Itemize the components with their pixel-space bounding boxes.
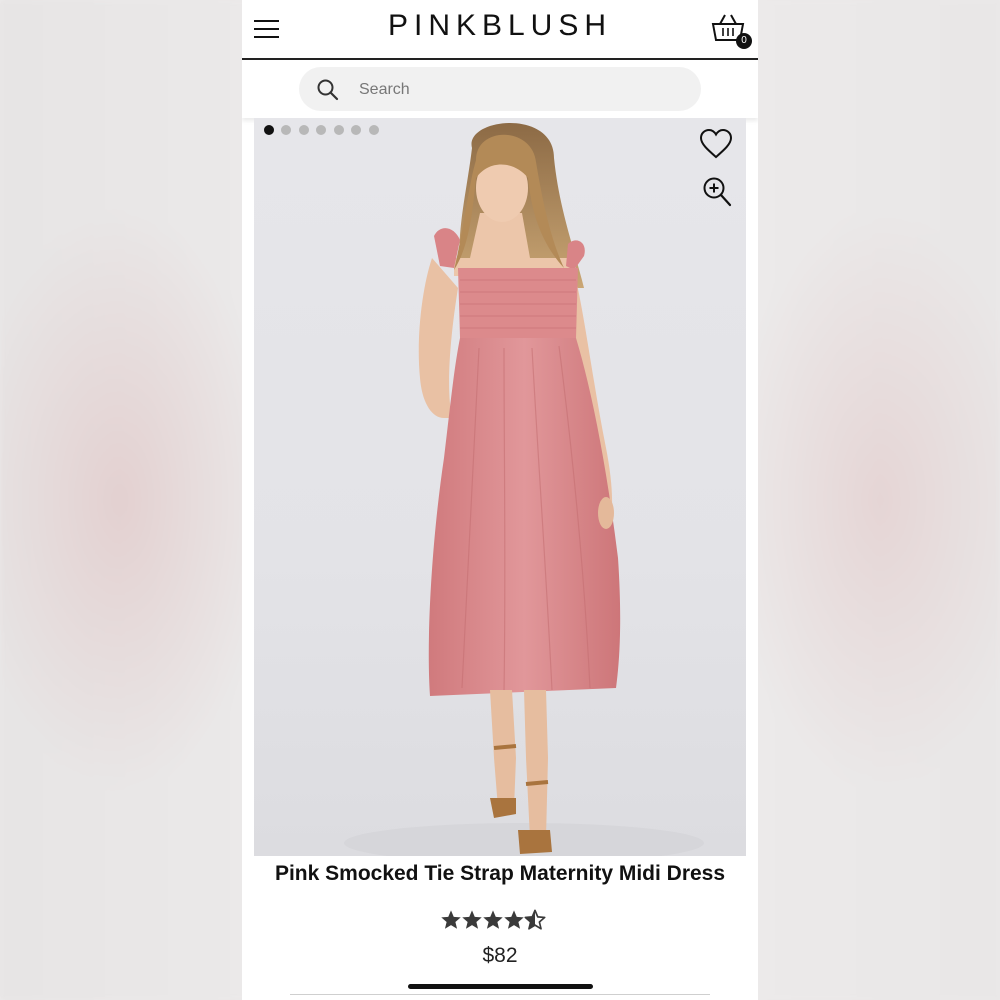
cart-count-badge: 0 xyxy=(736,33,752,49)
half-star-icon xyxy=(524,909,546,930)
product-title: Pink Smocked Tie Strap Maternity Midi Dr… xyxy=(274,862,726,885)
star-icon xyxy=(504,910,524,929)
product-price: $82 xyxy=(482,944,518,967)
gallery-dot-6[interactable] xyxy=(351,125,361,135)
site-header: PINKBLUSH 0 xyxy=(242,0,758,60)
gallery-dot-7[interactable] xyxy=(369,125,379,135)
gallery-dot-2[interactable] xyxy=(281,125,291,135)
heart-icon[interactable] xyxy=(698,128,734,160)
star-icon xyxy=(441,910,461,929)
divider xyxy=(290,994,710,995)
zoom-in-icon[interactable] xyxy=(702,176,732,208)
product-image-gallery[interactable] xyxy=(254,118,746,856)
product-image xyxy=(344,123,704,856)
star-icon xyxy=(483,910,503,929)
search-icon xyxy=(317,79,339,101)
home-indicator[interactable] xyxy=(408,984,593,989)
gallery-dot-3[interactable] xyxy=(299,125,309,135)
cart-button[interactable]: 0 xyxy=(710,12,752,49)
gallery-dot-4[interactable] xyxy=(316,125,326,135)
phone-screen: PINKBLUSH 0 Search Pink Smocked Tie Stra… xyxy=(242,0,758,1000)
search-field[interactable] xyxy=(299,67,701,113)
gallery-dot-1[interactable] xyxy=(264,125,274,135)
star-icon xyxy=(462,910,482,929)
search-bar-area xyxy=(242,60,758,118)
search-input[interactable] xyxy=(357,67,681,113)
gallery-dot-5[interactable] xyxy=(334,125,344,135)
site-logo[interactable]: PINKBLUSH xyxy=(242,9,758,43)
